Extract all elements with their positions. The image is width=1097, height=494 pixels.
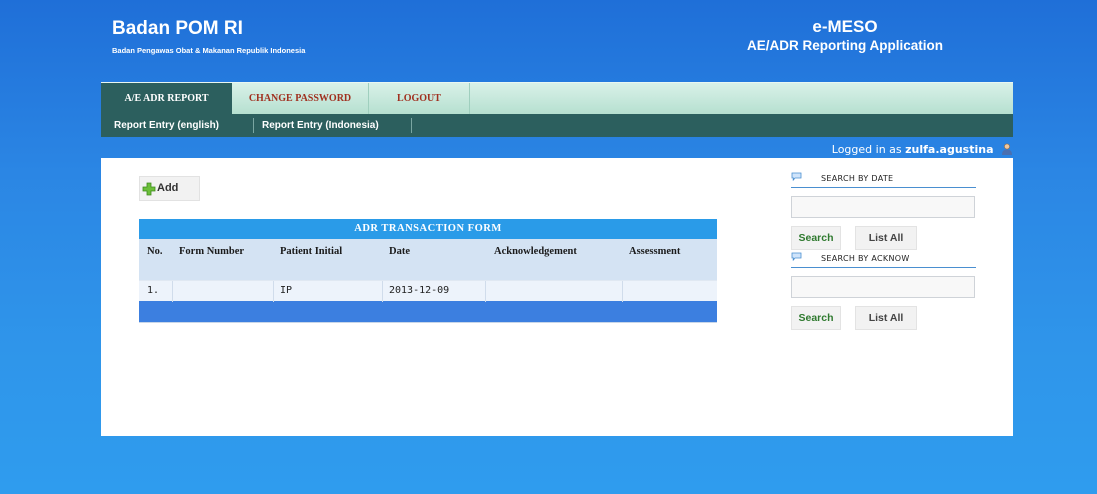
adr-transaction-grid: ADR TRANSACTION FORM No. Form Number Pat… [139, 219, 717, 323]
add-label: Add [157, 182, 179, 194]
sub-nav-divider [411, 118, 412, 133]
agency-title: Badan POM RI [112, 18, 243, 39]
nav-divider [469, 83, 470, 115]
column-header-patient-initial[interactable]: Patient Initial [280, 246, 342, 257]
tab-change-password[interactable]: CHANGE PASSWORD [232, 83, 368, 115]
main-nav: A/E ADR REPORT CHANGE PASSWORD LOGOUT [101, 82, 1013, 115]
grid-footer [139, 301, 717, 322]
cell-patient-initial: IP [280, 285, 293, 296]
speech-bubble-icon [791, 252, 802, 261]
cell-divider [172, 281, 173, 302]
list-all-date-button[interactable]: List All [855, 226, 917, 250]
cell-no: 1. [147, 285, 160, 296]
login-username: zulfa.agustina [905, 143, 994, 156]
user-icon [1001, 143, 1013, 155]
cell-divider [485, 281, 486, 302]
grid-title: ADR TRANSACTION FORM [139, 219, 717, 239]
search-date-input[interactable] [791, 196, 975, 218]
search-ack-input[interactable] [791, 276, 975, 298]
column-header-form-number[interactable]: Form Number [179, 246, 244, 257]
column-header-no[interactable]: No. [147, 246, 162, 257]
search-by-ack-panel: SEARCH BY ACKNOW Search List All [791, 252, 976, 330]
main-content: Add ADR TRANSACTION FORM No. Form Number… [101, 158, 1013, 436]
cell-divider [622, 281, 623, 302]
search-by-ack-header: SEARCH BY ACKNOW [791, 252, 976, 268]
sub-link-report-entry-english[interactable]: Report Entry (english) [114, 114, 219, 137]
tab-logout[interactable]: LOGOUT [369, 83, 469, 115]
column-header-date[interactable]: Date [389, 246, 410, 257]
search-by-date-label: SEARCH BY DATE [821, 174, 894, 183]
app-description: AE/ADR Reporting Application [747, 38, 943, 53]
add-button[interactable]: Add [139, 176, 200, 201]
search-by-date-header: SEARCH BY DATE [791, 172, 976, 188]
search-ack-button[interactable]: Search [791, 306, 841, 330]
app-name: e-MESO [812, 17, 878, 36]
cell-divider [382, 281, 383, 302]
login-status: Logged in as zulfa.agustina [832, 143, 1013, 156]
search-date-button[interactable]: Search [791, 226, 841, 250]
column-header-assessment[interactable]: Assessment [629, 246, 680, 257]
cell-date: 2013-12-09 [389, 285, 450, 296]
sub-link-report-entry-indonesia[interactable]: Report Entry (Indonesia) [262, 114, 379, 137]
search-by-date-panel: SEARCH BY DATE Search List All [791, 172, 976, 250]
grid-header: No. Form Number Patient Initial Date Ack… [139, 239, 717, 280]
search-by-ack-label: SEARCH BY ACKNOW [821, 254, 910, 263]
list-all-ack-button[interactable]: List All [855, 306, 917, 330]
plus-icon [142, 182, 156, 196]
sub-nav: Report Entry (english) Report Entry (Ind… [101, 114, 1013, 137]
speech-bubble-icon [791, 172, 802, 181]
agency-subtitle: Badan Pengawas Obat & Makanan Republik I… [112, 46, 306, 55]
cell-divider [273, 281, 274, 302]
tab-ae-adr-report[interactable]: A/E ADR REPORT [101, 83, 232, 115]
sub-nav-divider [253, 118, 254, 133]
column-header-acknowledgement[interactable]: Acknowledgement [494, 246, 577, 257]
login-prefix: Logged in as [831, 143, 902, 156]
table-row[interactable]: 1. IP 2013-12-09 [139, 280, 717, 302]
